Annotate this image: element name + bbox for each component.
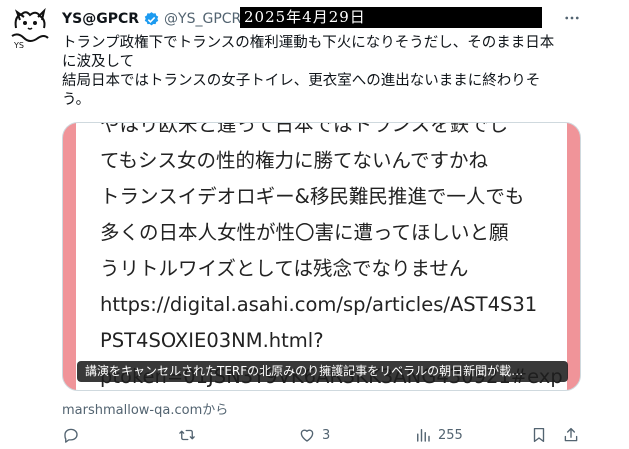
message-line: 多くの日本人女性が性〇害に遭ってほしいと願	[100, 221, 509, 244]
tweet-text-line: 結局日本ではトランスの女子トイレ、更衣室への進出ないままに終わりそ	[62, 73, 541, 89]
reply-icon	[64, 428, 78, 443]
message-line: うリトルワイズとしては残念でなりません	[100, 257, 469, 280]
bookmark-icon	[533, 427, 545, 443]
views-icon	[417, 429, 430, 442]
cat-drawing-avatar-icon: YS	[9, 7, 51, 50]
tweet-text-line: う。	[62, 92, 91, 108]
user-handle[interactable]: @YS_GPCR	[164, 11, 241, 27]
reply-button[interactable]	[62, 424, 86, 446]
message-line: てもシス女の性的権力に勝てないんですかね	[100, 149, 489, 172]
share-button[interactable]	[562, 424, 580, 446]
views-count: 255	[438, 427, 463, 443]
tweet-text-line: に波及して	[62, 54, 135, 70]
retweet-icon	[179, 429, 195, 441]
post-date[interactable]: 2025年4月29日	[240, 7, 542, 28]
share-icon	[564, 427, 578, 442]
views-button[interactable]: 255	[414, 424, 463, 446]
svg-text:YS: YS	[13, 41, 24, 50]
attached-image[interactable]: やはり欧米と違って日本ではトランスを鉄でし てもシス女の性的権力に勝てないんです…	[62, 122, 581, 391]
message-card: やはり欧米と違って日本ではトランスを鉄でし てもシス女の性的権力に勝てないんです…	[76, 122, 567, 390]
heart-icon	[300, 429, 314, 442]
bookmark-button[interactable]	[530, 424, 548, 446]
avatar[interactable]: YS	[8, 6, 52, 50]
like-button[interactable]: 3	[298, 424, 330, 446]
tweet-text: トランプ政権下でトランスの権利運動も下火になりそうだし、そのまま日本 に波及して…	[62, 34, 582, 110]
message-line: https://digital.asahi.com/sp/articles/AS…	[100, 293, 538, 316]
message-line: トランスイデオロギー&移民難民推進で一人でも	[100, 185, 525, 208]
more-icon[interactable]	[563, 9, 581, 27]
link-preview-caption[interactable]: 講演をキャンセルされたTERFの北原みのり擁護記事をリベラルの朝日新聞が載…	[77, 361, 568, 382]
message-line: やはり欧米と違って日本ではトランスを鉄でし	[100, 122, 509, 136]
message-line: PST4SOXIE03NM.html?	[100, 329, 324, 352]
message-text: やはり欧米と違って日本ではトランスを鉄でし てもシス女の性的権力に勝てないんです…	[100, 122, 563, 390]
like-count: 3	[322, 427, 331, 443]
tweet-header: YS@GPCR @YS_GPCR ·	[62, 9, 250, 29]
verified-badge-icon	[143, 11, 160, 28]
action-bar: 3 255	[62, 424, 582, 446]
tweet-text-line: トランプ政権下でトランスの権利運動も下火になりそうだし、そのまま日本	[62, 35, 555, 51]
retweet-button[interactable]	[178, 424, 202, 446]
display-name[interactable]: YS@GPCR	[62, 11, 139, 27]
source-link[interactable]: marshmallow-qa.comから	[62, 399, 228, 418]
